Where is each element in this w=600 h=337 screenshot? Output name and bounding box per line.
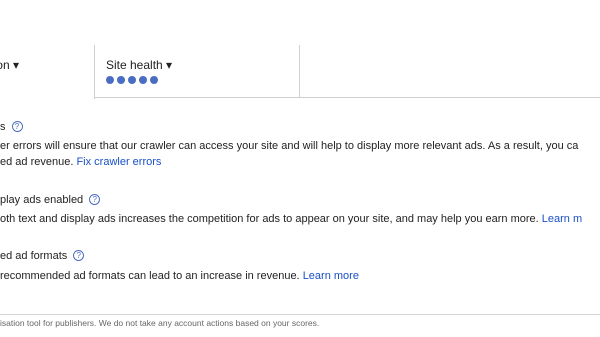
crawler-errors-description-text: ed ad revenue. <box>0 156 74 168</box>
tab-first[interactable]: on ▾ <box>0 45 95 99</box>
help-icon[interactable]: ? <box>73 250 85 261</box>
fix-crawler-errors-link[interactable]: Fix crawler errors <box>76 156 161 168</box>
rating-dot <box>128 76 136 84</box>
crawler-errors-description-line2: ed ad revenue. Fix crawler errors <box>0 156 161 168</box>
ad-formats-title-text: ed ad formats <box>0 250 68 262</box>
ad-formats-title: ed ad formats? <box>0 250 85 262</box>
help-icon[interactable]: ? <box>89 194 101 205</box>
tab-bar: on ▾ Site health ▾ <box>0 0 600 99</box>
crawler-errors-title-text: s <box>0 121 6 133</box>
rating-dot <box>106 76 114 84</box>
rating-dot <box>117 76 125 84</box>
tab-site-health[interactable]: Site health ▾ <box>95 45 300 98</box>
display-ads-learn-more-link[interactable]: Learn m <box>542 213 582 225</box>
ad-formats-description-text: recommended ad formats can lead to an in… <box>0 270 300 282</box>
display-ads-description: oth text and display ads increases the c… <box>0 213 582 225</box>
display-ads-title: play ads enabled? <box>0 194 101 206</box>
tab-bar-empty-area <box>300 45 600 98</box>
rating-dot <box>150 76 158 84</box>
tab-first-label[interactable]: on ▾ <box>0 58 19 72</box>
display-ads-description-text: oth text and display ads increases the c… <box>0 213 539 225</box>
help-icon[interactable]: ? <box>11 121 23 132</box>
rating-dot <box>139 76 147 84</box>
ad-formats-description: recommended ad formats can lead to an in… <box>0 270 359 282</box>
footer-disclaimer: isation tool for publishers. We do not t… <box>0 318 320 328</box>
ad-formats-learn-more-link[interactable]: Learn more <box>303 270 359 282</box>
site-health-rating <box>106 76 158 84</box>
tab-site-health-label[interactable]: Site health ▾ <box>106 58 172 72</box>
crawler-errors-title: s? <box>0 121 23 133</box>
footer-divider <box>0 314 600 315</box>
crawler-errors-description-line1: er errors will ensure that our crawler c… <box>0 140 579 152</box>
display-ads-title-text: play ads enabled <box>0 194 84 206</box>
